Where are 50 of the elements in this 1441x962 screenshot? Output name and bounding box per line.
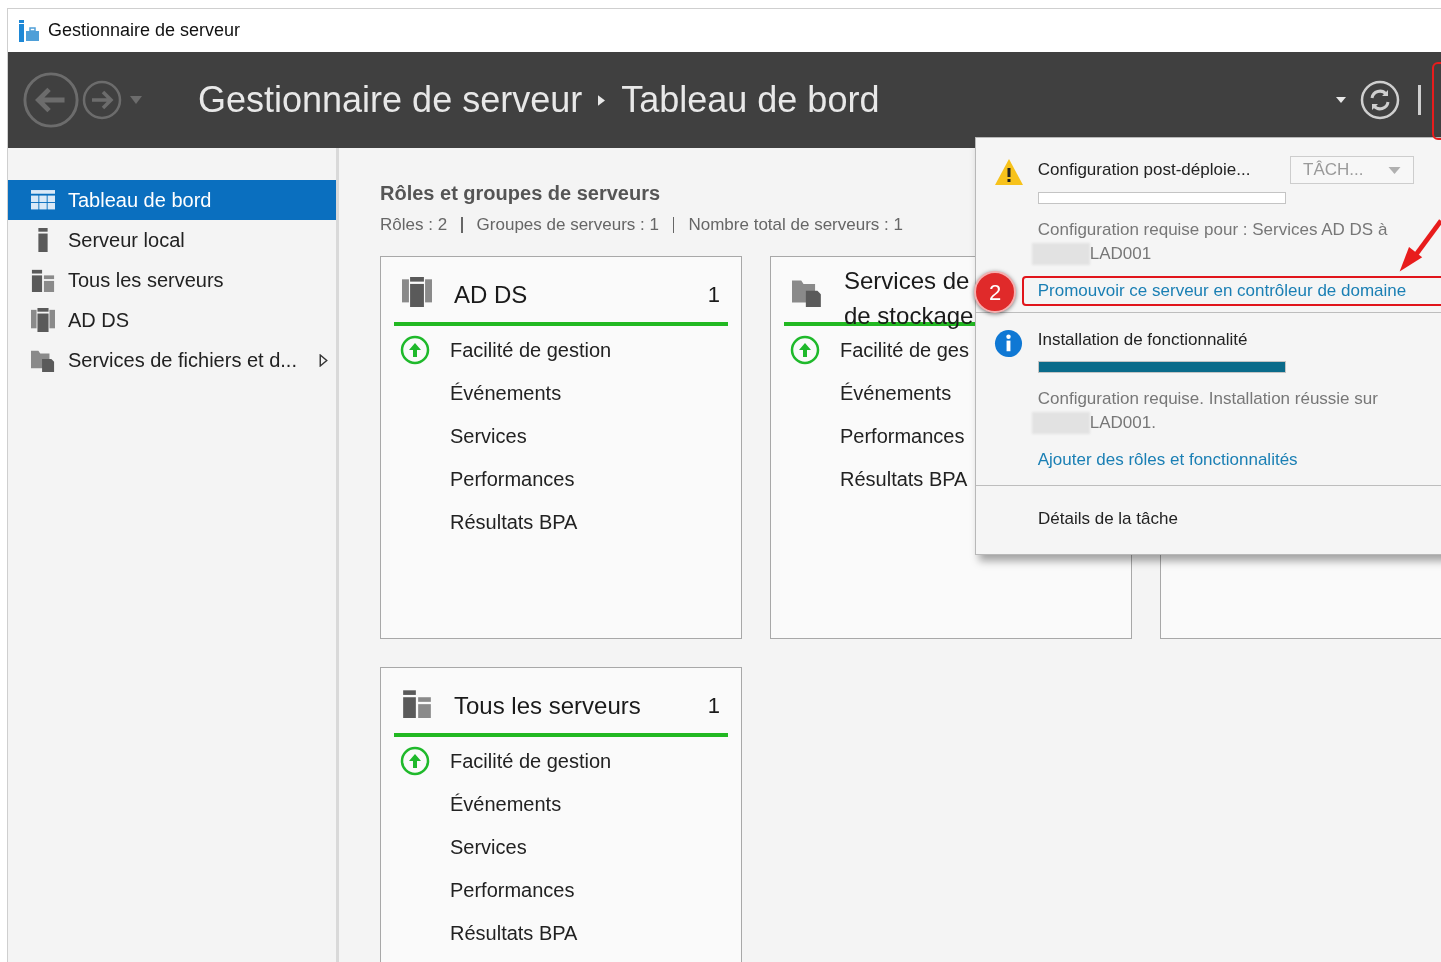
summary-count: Rôles : 2 [380,214,448,236]
servers-icon [402,276,432,307]
card-row-link[interactable]: Événements [450,378,562,408]
card-row-link[interactable]: Performances [840,421,965,451]
server-manager-icon [18,19,40,42]
card-row-link[interactable]: Événements [450,789,562,819]
caret-icon [1388,166,1401,174]
breadcrumb-arrow-icon [598,94,606,106]
card-row-link[interactable]: Services [450,421,527,451]
card-row-link[interactable]: Événements [840,378,952,408]
card-row-link[interactable]: Performances [450,464,575,494]
dropdown-caret-icon[interactable] [1336,97,1346,103]
card-row-link[interactable]: Facilité de ges [840,335,969,365]
card-title: de stockage [844,300,974,331]
card-row-link[interactable]: Performances [450,875,575,905]
refresh-icon[interactable] [1360,80,1400,120]
summary-count: Nombre total de serveurs : 1 [688,214,903,236]
summary-count: Groupes de serveurs : 1 [476,214,659,236]
task-title: Configuration post-déploie... [1037,159,1251,182]
card-row-link[interactable]: Résultats BPA [840,464,968,494]
card-title: AD DS [454,279,528,310]
folder-icon [31,348,55,372]
task-message: Configuration requise pour : Services AD DS à [1037,219,1389,241]
sidebar-item[interactable]: AD DS [8,300,336,340]
breadcrumb-link[interactable]: Gestionnaire de serveur [198,73,583,127]
sidebar-item[interactable]: Tableau de bord [8,180,336,220]
card-title: Tous les serveurs [454,690,641,721]
dashboard-icon [31,189,55,211]
card-row-link[interactable]: Résultats BPA [450,507,578,537]
server-count: 1 [707,691,720,720]
role-card[interactable]: AD DS 1 Facilité de gestion Événements Services Performances Résultats BPA [380,255,742,639]
servers-icon [31,268,55,292]
breadcrumb-current: Tableau de bord [621,78,880,122]
server-count: 1 [707,280,720,309]
info-icon [994,329,1023,358]
section-title: Rôles et groupes de serveurs [380,181,661,206]
card-row-link[interactable]: Résultats BPA [450,918,578,948]
card-title: Services de [844,265,970,296]
window-title: Gestionnaire de serveur [48,19,241,42]
card-row-link[interactable]: Services [450,832,527,862]
servers-icon [31,308,55,332]
sidebar-item[interactable]: Services de fichiers et d... [8,340,336,380]
sidebar-item[interactable]: Serveur local [8,220,336,260]
card-row-link[interactable]: Facilité de gestion [450,335,612,365]
card-row-link[interactable]: Facilité de gestion [450,746,612,776]
expand-arrow-icon[interactable] [319,353,328,367]
warning-icon [994,158,1024,186]
sidebar-item[interactable]: Tous les serveurs [8,260,336,300]
role-card[interactable]: Tous les serveurs 1 Facilité de gestion Événements Services Performances Résultats BPA [380,666,742,962]
servers-icon [402,687,432,718]
